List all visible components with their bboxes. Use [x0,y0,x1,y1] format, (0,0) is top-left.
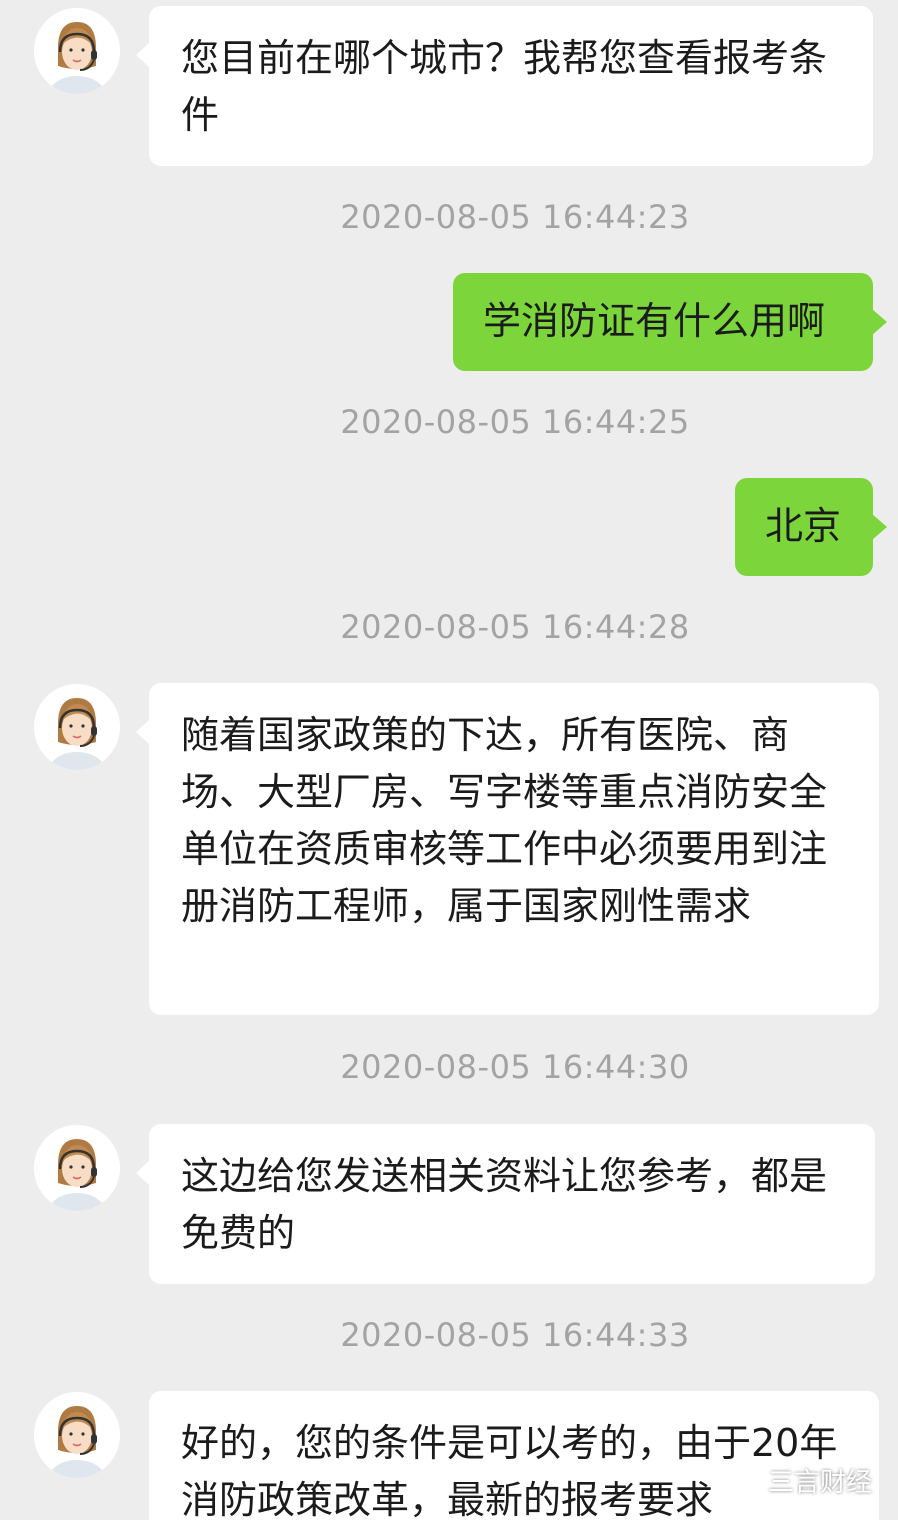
message-bubble-sent[interactable]: 学消防证有什么用啊 [453,273,887,371]
message-text: 学消防证有什么用啊 [483,299,826,343]
watermark-text: 三言财经 [767,1468,872,1498]
agent-avatar-icon [34,8,120,94]
watermark: 三言财经 [725,1462,872,1499]
message-timestamp: 2020-08-05 16:44:23 [340,198,690,236]
message-timestamp: 2020-08-05 16:44:28 [340,608,690,646]
agent-avatar[interactable] [34,1125,120,1211]
chat-window: 您目前在哪个城市？我帮您查看报考条件 2020-08-05 16:44:23 学… [0,0,898,1520]
agent-avatar-icon [34,1125,120,1211]
message-text: 随着国家政策的下达，所有医院、商场、大型厂房、写字楼等重点消防安全单位在资质审核… [181,713,828,928]
agent-avatar[interactable] [34,8,120,94]
agent-avatar[interactable] [34,684,120,770]
message-bubble-received[interactable]: 随着国家政策的下达，所有医院、商场、大型厂房、写字楼等重点消防安全单位在资质审核… [136,683,879,1015]
message-timestamp: 2020-08-05 16:44:30 [340,1048,690,1086]
message-timestamp: 2020-08-05 16:44:33 [340,1316,690,1354]
message-text: 北京 [765,504,842,548]
message-bubble-sent[interactable]: 北京 [735,478,887,576]
agent-avatar-icon [34,684,120,770]
message-bubble-received[interactable]: 这边给您发送相关资料让您参考，都是免费的 [136,1124,875,1284]
agent-avatar-icon [34,1392,120,1478]
wechat-icon [725,1466,760,1494]
message-bubble-received[interactable]: 好的，您的条件是可以考的，由于20年消防政策改革，最新的报考要求 [149,1391,879,1520]
message-text: 您目前在哪个城市？我帮您查看报考条件 [181,36,828,137]
message-timestamp: 2020-08-05 16:44:25 [340,403,690,441]
agent-avatar[interactable] [34,1392,120,1478]
message-bubble-received[interactable]: 您目前在哪个城市？我帮您查看报考条件 [136,6,873,166]
message-text: 这边给您发送相关资料让您参考，都是免费的 [181,1154,828,1255]
